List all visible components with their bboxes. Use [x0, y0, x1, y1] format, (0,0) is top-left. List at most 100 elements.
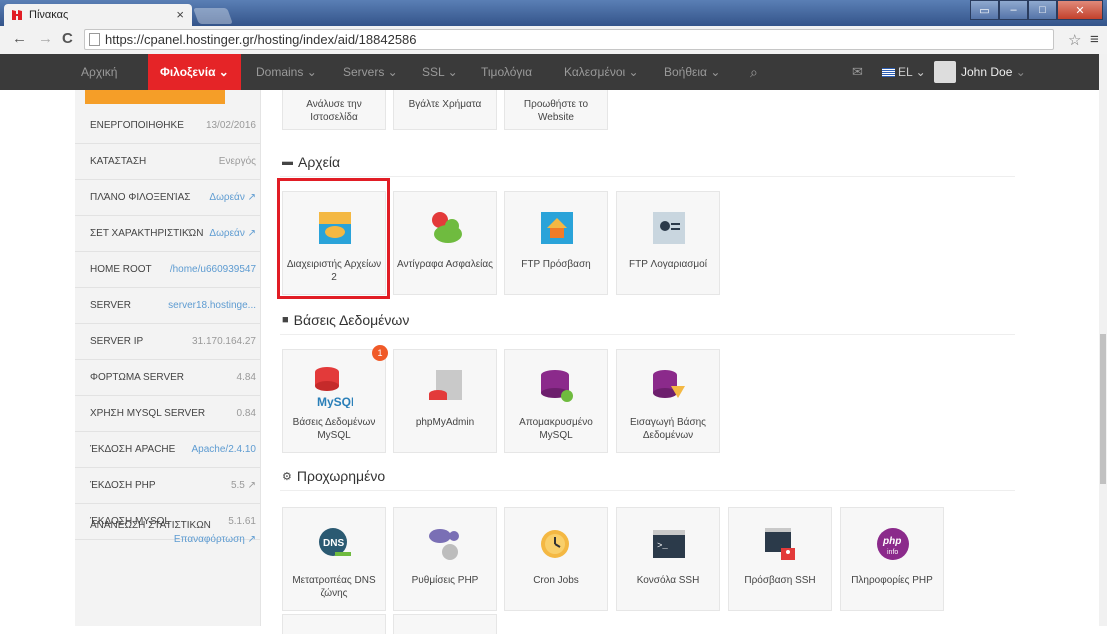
tile-label: FTP Πρόσβαση [521, 259, 591, 270]
address-bar[interactable]: https://cpanel.hostinger.gr/hosting/inde… [84, 29, 1054, 50]
divider [280, 490, 1015, 491]
tile-label: Πρόσβαση SSH [744, 575, 816, 586]
scrollbar[interactable] [1099, 54, 1107, 626]
tile-dns-zone[interactable]: DNS Μετατροπέας DNS ζώνης [282, 507, 386, 611]
tab-close-icon[interactable]: × [176, 7, 184, 22]
dns-icon: DNS [319, 528, 351, 556]
bookmark-star-icon[interactable]: ☆ [1068, 31, 1081, 49]
info-link[interactable]: Δωρεάν ↗ [209, 192, 256, 203]
info-row: ΦΟΡΤΩΜΑ SERVER 4.84 [75, 360, 260, 396]
info-row: SERVER server18.hostinge... [75, 288, 260, 324]
nav-servers[interactable]: Servers ⌄ [343, 54, 398, 90]
avatar[interactable] [934, 61, 956, 83]
tile-partial[interactable] [393, 614, 497, 634]
backup-cloud-icon [432, 212, 462, 243]
tile-php-settings[interactable]: Ρυθμίσεις PHP [393, 507, 497, 611]
ftp-accounts-icon [653, 212, 685, 244]
nav-ssl[interactable]: SSL ⌄ [422, 54, 458, 90]
nav-hosting-label: Φιλοξενία [160, 65, 216, 79]
nav-guests-label: Καλεσμένοι [564, 65, 626, 79]
nav-help[interactable]: Βοήθεια ⌄ [664, 54, 720, 90]
tile-import-database[interactable]: Εισαγωγή Βάσης Δεδομένων [616, 349, 720, 453]
nav-guests[interactable]: Καλεσμένοι ⌄ [564, 54, 639, 90]
tile-remote-mysql[interactable]: Απομακρυσμένο MySQL [504, 349, 608, 453]
user-name: John Doe [961, 65, 1013, 79]
php-settings-icon [429, 529, 459, 560]
scrollbar-thumb[interactable] [1100, 334, 1106, 484]
window-close-icon[interactable]: ✕ [1057, 0, 1103, 20]
new-tab-button[interactable] [193, 8, 233, 24]
section-title-advanced: ⚙ Προχωρημένο [282, 468, 385, 484]
divider [280, 176, 1015, 177]
info-key: ΈΚΔΟΣΗ PHP [90, 480, 156, 491]
tile-label: Εισαγωγή Βάσης Δεδομένων [630, 417, 706, 441]
tile-label: phpMyAdmin [415, 417, 475, 428]
maximize-icon[interactable]: □ [1028, 0, 1057, 20]
reload-icon[interactable]: C [62, 30, 73, 47]
tile-ssh-console[interactable]: >_ Κονσόλα SSH [616, 507, 720, 611]
tile-cron-jobs[interactable]: Cron Jobs [504, 507, 608, 611]
info-row: ΈΚΔΟΣΗ APACHE Apache/2.4.10 [75, 432, 260, 468]
info-link[interactable]: server18.hostinge... [168, 300, 256, 311]
info-link[interactable]: 5.5 ↗ [231, 480, 256, 491]
search-icon[interactable]: ⌕ [750, 54, 758, 90]
reload-stats-link[interactable]: Επαναφόρτωση ↗ [174, 534, 256, 545]
clock-icon [541, 530, 569, 558]
nav-hosting[interactable]: Φιλοξενία ⌄ [148, 54, 241, 96]
language-selector[interactable]: EL ⌄ [882, 54, 926, 90]
section-title-files: ▬ Αρχεία [282, 154, 340, 170]
tile-earn[interactable]: Βγάλτε Χρήματα [393, 90, 497, 130]
tile-ftp-access[interactable]: FTP Πρόσβαση [504, 191, 608, 295]
tile-backups[interactable]: Αντίγραφα Ασφαλείας [393, 191, 497, 295]
nav-home[interactable]: Αρχική [81, 54, 117, 90]
tile-ftp-accounts[interactable]: FTP Λογαριασμοί [616, 191, 720, 295]
info-link[interactable]: Apache/2.4.10 [192, 444, 257, 455]
greek-flag-icon [882, 68, 895, 78]
info-key: ΈΚΔΟΣΗ APACHE [90, 444, 176, 455]
tile-ssh-access[interactable]: Πρόσβαση SSH [728, 507, 832, 611]
window-controls: ▭ – □ ✕ [970, 0, 1103, 20]
info-value: 0.84 [236, 408, 256, 419]
tile-label: Προωθήστε το Website [523, 99, 589, 123]
info-key: ΕΝΕΡΓΟΠΟΙΗΘΗΚΕ [90, 120, 184, 131]
browser-tab[interactable]: Πίνακας × [4, 4, 192, 26]
tile-label: Ανάλυσε την Ιστοσελίδα [306, 99, 362, 123]
forward-icon[interactable]: → [38, 30, 53, 47]
tile-php-info[interactable]: php info Πληροφορίες PHP [840, 507, 944, 611]
info-key: SERVER IP [90, 336, 144, 347]
back-icon[interactable]: ← [12, 30, 27, 47]
info-key: SERVER [90, 300, 131, 311]
info-key: HOME ROOT [90, 264, 152, 275]
tile-label: Μετατροπέας DNS ζώνης [292, 575, 376, 599]
tile-analyze[interactable]: Ανάλυσε την Ιστοσελίδα [282, 90, 386, 130]
sidebar: ΕΝΕΡΓΟΠΟΙΗΘΗΚΕ 13/02/2016 ΚΑΤΑΣΤΑΣΗ Ενεργό… [75, 90, 261, 626]
svg-text:>_: >_ [657, 541, 668, 551]
tile-promote[interactable]: Προωθήστε το Website [504, 90, 608, 130]
minimize-icon[interactable]: – [999, 0, 1028, 20]
import-database-icon [653, 370, 685, 398]
info-value: 4.84 [236, 372, 256, 383]
tile-phpmyadmin[interactable]: phpMyAdmin [393, 349, 497, 453]
page-icon [89, 33, 100, 46]
sidebar-banner-image [85, 90, 225, 104]
nav-domains[interactable]: Domains ⌄ [256, 54, 317, 90]
info-key: ΧΡΗΣΗ MYSQL SERVER [90, 408, 206, 419]
mail-icon[interactable]: ✉ [852, 54, 863, 90]
mysql-word: MySQL [317, 395, 353, 408]
restore-icon[interactable]: ▭ [970, 0, 999, 20]
phpmyadmin-icon [429, 370, 462, 400]
info-row: ΈΚΔΟΣΗ PHP 5.5 ↗ [75, 468, 260, 504]
tile-mysql-databases[interactable]: MySQL Βάσεις Δεδομένων MySQL [282, 349, 386, 453]
nav-invoices[interactable]: Τιμολόγια [481, 54, 532, 90]
folder-icon: ▬ [282, 156, 293, 168]
info-link[interactable]: /home/u660939547 [170, 264, 256, 275]
info-link[interactable]: Δωρεάν ↗ [209, 228, 256, 239]
tile-label: Απομακρυσμένο MySQL [519, 417, 593, 441]
browser-menu-icon[interactable]: ≡ [1090, 31, 1099, 48]
tile-partial[interactable] [282, 614, 386, 634]
tile-label: Βάσεις Δεδομένων MySQL [292, 417, 376, 441]
user-menu[interactable]: John Doe ⌄ [961, 54, 1026, 90]
browser-toolbar: ← → C https://cpanel.hostinger.gr/hostin… [0, 26, 1107, 55]
info-row: ΠΛΆΝΟ ΦΙΛΟΞΕΝΊΑΣ Δωρεάν ↗ [75, 180, 260, 216]
nav-servers-label: Servers [343, 65, 385, 79]
